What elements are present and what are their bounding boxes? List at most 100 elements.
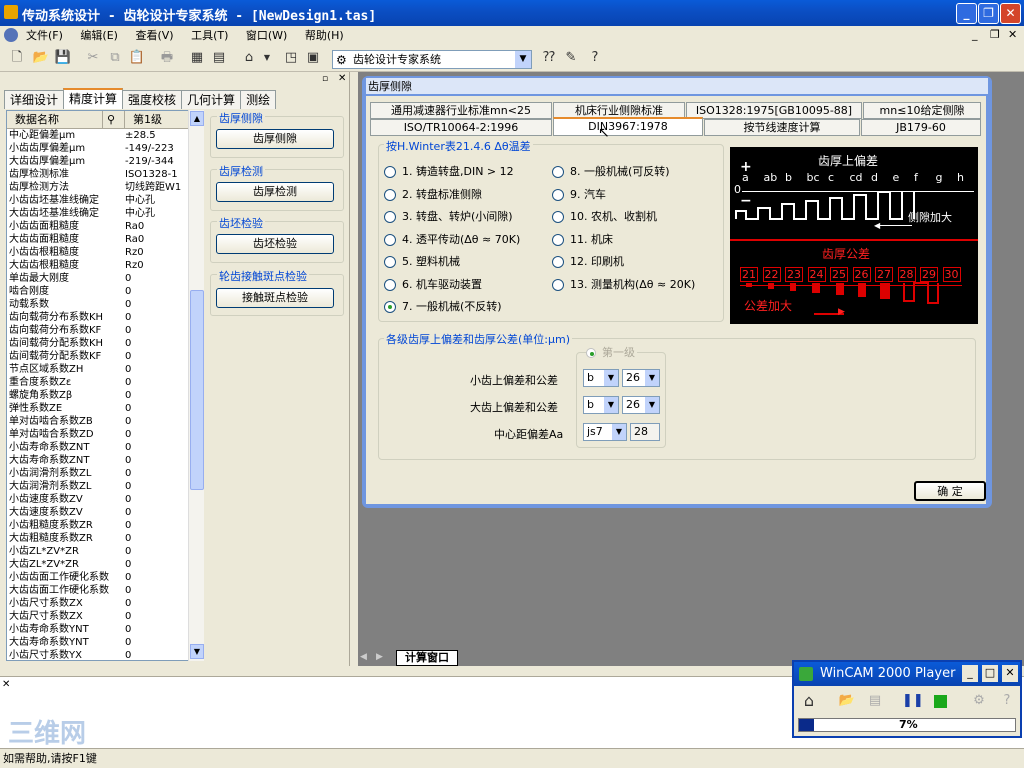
table-row[interactable]: 中心距偏差μm ±28.5: [7, 129, 203, 142]
small-tol-select[interactable]: 26 ▼: [622, 369, 660, 387]
close-button[interactable]: ✕: [1000, 3, 1021, 24]
row-value[interactable]: Rz0: [123, 259, 183, 272]
copy-icon[interactable]: ⧉: [106, 49, 124, 67]
table-row[interactable]: 齿向载荷分布系数KF 0: [7, 324, 203, 337]
tab-precision-calc[interactable]: 精度计算: [63, 88, 124, 109]
table-row[interactable]: 大齿尺寸系数ZX 0: [7, 610, 203, 623]
tip-icon[interactable]: ✎: [562, 49, 580, 67]
table-row[interactable]: 小齿尺寸系数ZX 0: [7, 597, 203, 610]
panel-pin-icon[interactable]: ▫: [322, 74, 328, 84]
tab-geometry-calc[interactable]: 几何计算: [181, 90, 242, 109]
option-radio[interactable]: 3. 转盘、转炉(小间隙): [384, 210, 513, 224]
option-radio[interactable]: 11. 机床: [552, 233, 613, 247]
chevron-down-icon[interactable]: ▼: [515, 51, 531, 68]
level-radio[interactable]: 第一级: [586, 346, 637, 360]
table-row[interactable]: 螺旋角系数Zβ 0: [7, 389, 203, 402]
tab-general-reducer[interactable]: 通用减速器行业标准mn<25: [370, 102, 552, 119]
row-value[interactable]: 中心孔: [123, 194, 183, 207]
table-row[interactable]: 大齿粗糙度系数ZR 0: [7, 532, 203, 545]
table-row[interactable]: 大齿寿命系数YNT 0: [7, 636, 203, 649]
mdi-restore-icon[interactable]: ❐: [990, 28, 1000, 41]
row-value[interactable]: 0: [123, 285, 183, 298]
table-row[interactable]: 小齿齿根粗糙度 Rz0: [7, 246, 203, 259]
output-close-icon[interactable]: ✕: [2, 679, 10, 690]
table-row[interactable]: 大齿ZL*ZV*ZR 0: [7, 558, 203, 571]
open-folder-icon[interactable]: 📂: [32, 49, 50, 67]
tab-iso1328[interactable]: ISO1328:1975[GB10095-88]: [686, 102, 862, 119]
layout-icon[interactable]: ▣: [304, 49, 322, 67]
table-row[interactable]: 小齿齿坯基准线确定 中心孔: [7, 194, 203, 207]
table-row[interactable]: 重合度系数Zε 0: [7, 376, 203, 389]
table-row[interactable]: 小齿寿命系数ZNT 0: [7, 441, 203, 454]
table-row[interactable]: 大齿齿厚偏差μm -219/-344: [7, 155, 203, 168]
table-row[interactable]: 齿间载荷分配系数KF 0: [7, 350, 203, 363]
panel-close-icon[interactable]: ✕: [338, 73, 346, 84]
context-help-icon[interactable]: ⁇: [540, 49, 558, 67]
row-value[interactable]: 0: [123, 623, 183, 636]
menu-view[interactable]: 查看(V): [135, 26, 173, 46]
properties-icon[interactable]: ▤: [210, 49, 228, 67]
new-file-icon[interactable]: 🗋: [8, 49, 26, 67]
row-value[interactable]: 0: [123, 272, 183, 285]
table-row[interactable]: 大齿齿坯基准线确定 中心孔: [7, 207, 203, 220]
mdi-close-icon[interactable]: ✕: [1008, 28, 1017, 41]
tab-scroll-left-icon[interactable]: ◀: [360, 652, 367, 662]
tooth-thickness-button[interactable]: 齿厚侧隙: [216, 129, 334, 149]
option-radio[interactable]: 8. 一般机械(可反转): [552, 165, 670, 179]
table-row[interactable]: 大齿齿面工作硬化系数 0: [7, 584, 203, 597]
row-value[interactable]: 0: [123, 324, 183, 337]
player-home-icon[interactable]: ⌂: [800, 692, 818, 710]
chevron-down-icon[interactable]: ▼: [645, 397, 659, 413]
option-radio[interactable]: 13. 测量机构(Δθ ≈ 20K): [552, 278, 695, 292]
row-value[interactable]: 0: [123, 311, 183, 324]
table-row[interactable]: 小齿尺寸系数YX 0: [7, 649, 203, 660]
row-value[interactable]: 0: [123, 363, 183, 376]
table-row[interactable]: 小齿寿命系数YNT 0: [7, 623, 203, 636]
option-radio[interactable]: 9. 汽车: [552, 188, 606, 202]
row-value[interactable]: 0: [123, 415, 183, 428]
row-value[interactable]: Ra0: [123, 220, 183, 233]
row-value[interactable]: ±28.5: [123, 129, 183, 142]
row-value[interactable]: 0: [123, 402, 183, 415]
table-row[interactable]: 齿厚检测标准 ISO1328-1: [7, 168, 203, 181]
player-close-button[interactable]: ✕: [1002, 665, 1018, 682]
mdi-minimize-icon[interactable]: _: [972, 28, 978, 41]
blank-check-button[interactable]: 齿坯检验: [216, 234, 334, 254]
calc-window-tab[interactable]: 计算窗口: [396, 650, 458, 666]
table-row[interactable]: 单对齿啮合系数ZB 0: [7, 415, 203, 428]
menu-file[interactable]: 文件(F): [26, 26, 63, 46]
table-row[interactable]: 齿向载荷分布系数KH 0: [7, 311, 203, 324]
home-dropdown-icon[interactable]: ▼: [258, 49, 276, 67]
tab-strength-check[interactable]: 强度校核: [122, 90, 183, 109]
player-maximize-button[interactable]: □: [982, 665, 998, 682]
table-row[interactable]: 小齿粗糙度系数ZR 0: [7, 519, 203, 532]
row-value[interactable]: Rz0: [123, 246, 183, 259]
play-icon[interactable]: [934, 695, 947, 708]
row-value[interactable]: 0: [123, 571, 183, 584]
row-value[interactable]: 0: [123, 454, 183, 467]
player-minimize-button[interactable]: _: [962, 665, 978, 682]
restore-button[interactable]: ❐: [978, 3, 999, 24]
tab-scroll-right-icon[interactable]: ▶: [376, 652, 383, 662]
table-row[interactable]: 单齿最大刚度 0: [7, 272, 203, 285]
save-icon[interactable]: 💾: [54, 49, 72, 67]
data-grid[interactable]: 数据名称 ⚲ 第1级 中心距偏差μm ±28.5 小齿齿厚偏差μm -149/-223…: [6, 110, 204, 661]
row-value[interactable]: 0: [123, 376, 183, 389]
table-row[interactable]: 大齿齿根粗糙度 Rz0: [7, 259, 203, 272]
table-row[interactable]: 小齿速度系数ZV 0: [7, 493, 203, 506]
tab-jb179[interactable]: JB179-60: [861, 119, 981, 136]
row-value[interactable]: Ra0: [123, 233, 183, 246]
chevron-down-icon[interactable]: ▼: [612, 424, 626, 440]
doc-icon[interactable]: [4, 28, 18, 42]
menu-edit[interactable]: 编辑(E): [80, 26, 118, 46]
tab-pitch-speed[interactable]: 按节线速度计算: [704, 119, 860, 136]
menu-help[interactable]: 帮助(H): [305, 26, 344, 46]
row-value[interactable]: 0: [123, 298, 183, 311]
scroll-thumb[interactable]: [190, 290, 204, 490]
big-dev-select[interactable]: b ▼: [583, 396, 619, 414]
minimize-button[interactable]: _: [956, 3, 977, 24]
table-row[interactable]: 小齿润滑剂系数ZL 0: [7, 467, 203, 480]
row-value[interactable]: 0: [123, 467, 183, 480]
grid-header-name[interactable]: 数据名称: [7, 111, 103, 128]
row-value[interactable]: 0: [123, 506, 183, 519]
